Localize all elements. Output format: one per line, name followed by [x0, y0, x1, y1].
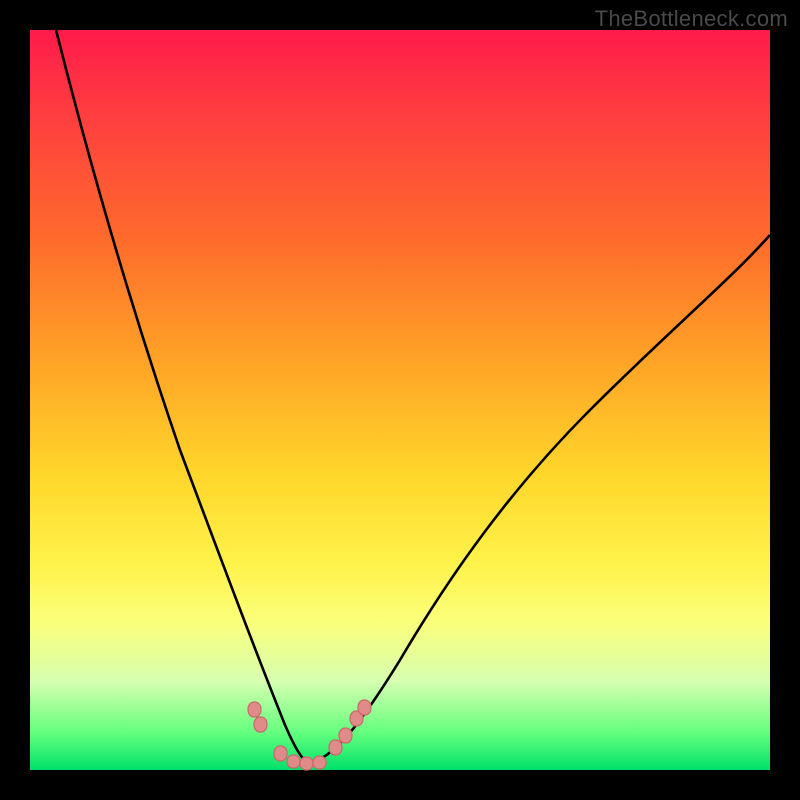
marker-group — [248, 700, 371, 770]
watermark-text: TheBottleneck.com — [595, 6, 788, 32]
marker-dot — [254, 717, 267, 732]
marker-dot — [329, 740, 342, 755]
marker-dot — [339, 728, 352, 743]
marker-dot — [358, 700, 371, 715]
marker-dot — [274, 746, 287, 761]
curve-right-branch — [300, 235, 770, 765]
chart-svg-overlay — [30, 30, 770, 770]
chart-plot-area — [30, 30, 770, 770]
curve-left-branch — [56, 30, 310, 765]
marker-dot — [300, 757, 313, 770]
marker-dot — [287, 755, 300, 768]
marker-dot — [313, 756, 326, 769]
chart-frame: TheBottleneck.com — [0, 0, 800, 800]
marker-dot — [248, 702, 261, 717]
